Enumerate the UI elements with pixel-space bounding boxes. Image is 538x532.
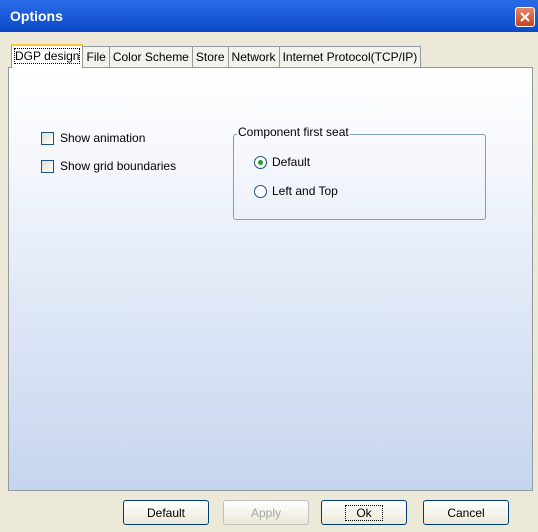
group-legend: Component first seat [237, 125, 350, 139]
left-top-radio-label: Left and Top [272, 184, 338, 198]
close-icon [520, 12, 530, 22]
default-radio-label: Default [272, 155, 311, 169]
show-grid-boundaries-checkbox[interactable]: Show grid boundaries [41, 159, 176, 173]
tab-strip: DGP design File Color Scheme Store Netwo… [11, 44, 422, 68]
radio-selected-icon[interactable] [254, 155, 267, 169]
radio-unselected-icon[interactable] [254, 184, 267, 198]
tab-color-scheme[interactable]: Color Scheme [108, 46, 193, 67]
show-animation-label: Show animation [60, 131, 146, 145]
left-top-radio[interactable]: Left and Top [254, 184, 338, 198]
tab-internet-protocol[interactable]: Internet Protocol(TCP/IP) [278, 46, 422, 67]
tab-file[interactable]: File [82, 46, 110, 67]
apply-button[interactable]: Apply [223, 500, 309, 525]
component-first-seat-group [233, 134, 486, 220]
tab-dgp-design[interactable]: DGP design [11, 44, 84, 68]
options-dialog: Options DGP design File Color Scheme Sto… [0, 0, 538, 532]
ok-button[interactable]: Ok [321, 500, 407, 525]
close-button[interactable] [515, 7, 535, 27]
tab-store[interactable]: Store [191, 46, 229, 67]
tab-network[interactable]: Network [227, 46, 280, 67]
show-animation-checkbox[interactable]: Show animation [41, 131, 145, 145]
cancel-button[interactable]: Cancel [423, 500, 509, 525]
checkbox-box[interactable] [41, 159, 54, 173]
window-title: Options [10, 8, 63, 24]
title-bar[interactable]: Options [0, 0, 538, 32]
default-button[interactable]: Default [123, 500, 209, 525]
show-grid-boundaries-label: Show grid boundaries [60, 159, 177, 173]
default-radio[interactable]: Default [254, 155, 310, 169]
checkbox-box[interactable] [41, 131, 54, 145]
